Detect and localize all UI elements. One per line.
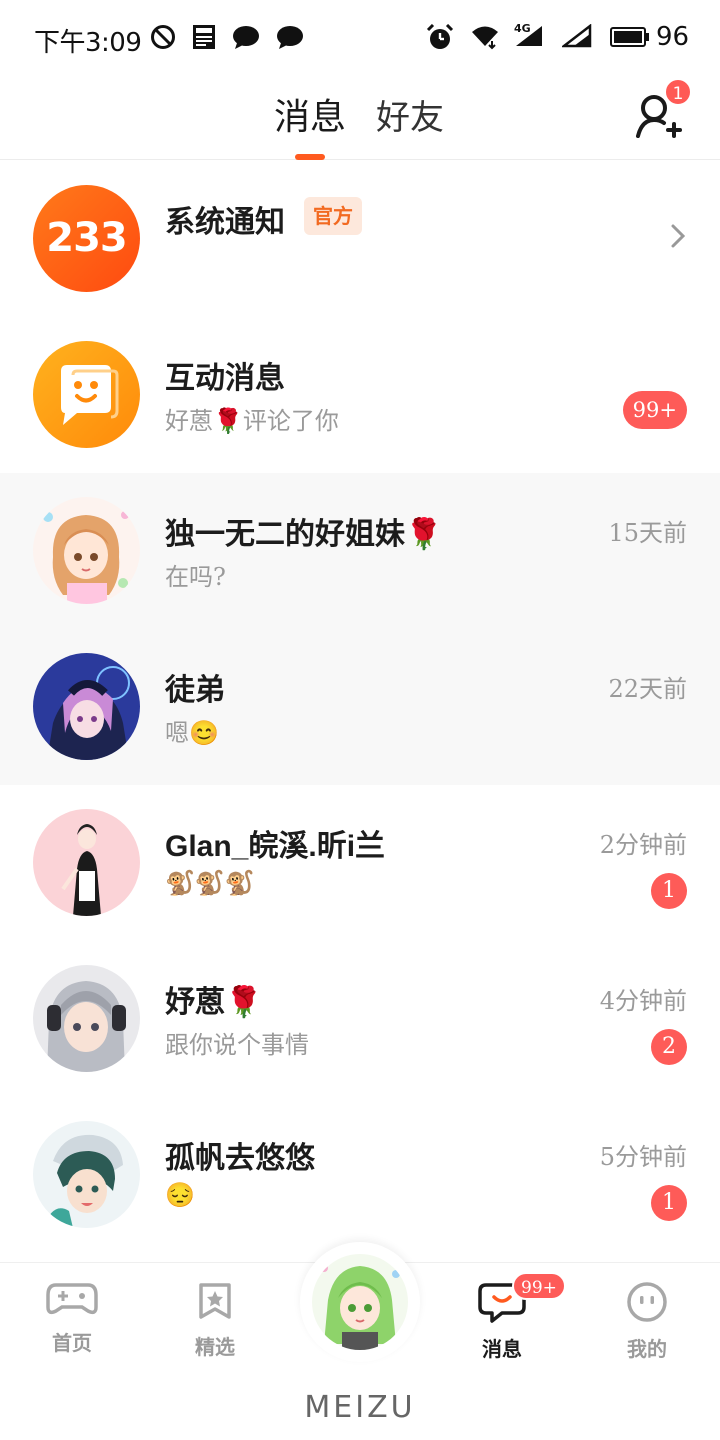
conversation-row[interactable]: 徒弟 嗯😊 22天前 bbox=[0, 629, 720, 785]
contact-name: 独一无二的好姐妹🌹 bbox=[165, 517, 443, 552]
last-message-preview: 😔 bbox=[165, 1181, 195, 1209]
contact-name: Glan_皖溪.昕i兰 bbox=[165, 830, 386, 863]
messages-nav-badge: 99+ bbox=[512, 1272, 566, 1300]
system-logo-avatar: 233 bbox=[33, 185, 140, 292]
unread-count-badge: 2 bbox=[651, 1029, 687, 1065]
signal-icon bbox=[562, 24, 592, 48]
nav-item-me[interactable]: 我的 bbox=[597, 1281, 697, 1362]
anime-girl-avatar-icon bbox=[33, 653, 140, 760]
anime-girl-avatar-icon bbox=[33, 965, 140, 1072]
message-time: 5分钟前 bbox=[599, 1143, 687, 1171]
nav-label-featured: 精选 bbox=[195, 1335, 235, 1359]
center-avatar-button[interactable] bbox=[300, 1242, 420, 1362]
system-notice-title: 系统通知 bbox=[165, 205, 285, 240]
conversation-row[interactable]: 妤蒽🌹 跟你说个事情 4分钟前 2 bbox=[0, 941, 720, 1097]
chevron-right-icon bbox=[671, 224, 686, 248]
gamepad-icon bbox=[46, 1283, 98, 1315]
message-time: 22天前 bbox=[608, 675, 687, 703]
status-bar: 下午3:09 4G 96 bbox=[0, 0, 720, 76]
avatar bbox=[33, 965, 140, 1072]
system-logo-text: 233 bbox=[46, 215, 128, 261]
interaction-title: 互动消息 bbox=[165, 361, 285, 396]
avatar bbox=[33, 653, 140, 760]
news-icon bbox=[193, 25, 215, 49]
signal-icon bbox=[516, 26, 542, 46]
unread-count-badge: 1 bbox=[651, 1185, 687, 1221]
system-notice-row[interactable]: 233 系统通知 官方 bbox=[0, 161, 720, 317]
user-avatar bbox=[312, 1254, 408, 1350]
top-header: 消息 好友 bbox=[0, 76, 720, 160]
conversation-row[interactable]: 独一无二的好姐妹🌹 在吗? 15天前 bbox=[0, 473, 720, 629]
battery-level: 96 bbox=[656, 22, 690, 52]
official-tag: 官方 bbox=[304, 197, 362, 235]
anime-boy-avatar-icon bbox=[33, 1121, 140, 1228]
anime-girl-avatar-icon bbox=[33, 497, 140, 604]
wifi-icon bbox=[472, 26, 498, 50]
avatar bbox=[33, 1121, 140, 1228]
anime-girl-avatar-icon bbox=[33, 809, 140, 916]
status-time: 下午3:09 bbox=[34, 28, 142, 58]
tab-messages[interactable]: 消息 bbox=[274, 88, 346, 140]
star-bookmark-icon bbox=[199, 1283, 231, 1319]
device-brand-logo: MEIZU bbox=[304, 1390, 416, 1425]
nav-item-featured[interactable]: 精选 bbox=[165, 1281, 265, 1360]
anime-girl-avatar-icon bbox=[312, 1254, 408, 1350]
last-message-preview: 🐒🐒🐒 bbox=[165, 869, 255, 897]
chat-icon bbox=[277, 26, 303, 49]
interaction-row[interactable]: 互动消息 好蒽🌹评论了你 99+ bbox=[0, 317, 720, 473]
active-tab-indicator bbox=[295, 154, 325, 160]
nav-label-home: 首页 bbox=[52, 1331, 92, 1355]
message-time: 2分钟前 bbox=[599, 831, 687, 859]
contact-name: 孤帆去悠悠 bbox=[165, 1141, 315, 1176]
message-list: 233 系统通知 官方 互动消息 好蒽🌹评论了你 99+ 独一无二的好姐妹🌹 在… bbox=[0, 161, 720, 1253]
nav-label-messages: 消息 bbox=[482, 1337, 522, 1361]
interaction-preview: 好蒽🌹评论了你 bbox=[165, 407, 339, 435]
do-not-disturb-icon bbox=[151, 25, 175, 49]
last-message-preview: 嗯😊 bbox=[165, 719, 219, 747]
message-time: 15天前 bbox=[608, 519, 687, 547]
last-message-preview: 在吗? bbox=[165, 563, 226, 591]
face-icon bbox=[627, 1282, 667, 1322]
message-time: 4分钟前 bbox=[599, 987, 687, 1015]
unread-count-badge: 1 bbox=[651, 873, 687, 909]
avatar bbox=[33, 497, 140, 604]
conversation-row[interactable]: Glan_皖溪.昕i兰 🐒🐒🐒 2分钟前 1 bbox=[0, 785, 720, 941]
add-friend-badge: 1 bbox=[664, 78, 692, 106]
nav-item-home[interactable]: 首页 bbox=[22, 1281, 122, 1356]
interaction-avatar bbox=[33, 341, 140, 448]
battery-icon bbox=[610, 27, 649, 47]
last-message-preview: 跟你说个事情 bbox=[165, 1031, 309, 1059]
nav-label-me: 我的 bbox=[627, 1337, 667, 1361]
interaction-unread-badge: 99+ bbox=[622, 391, 687, 429]
contact-name: 徒弟 bbox=[165, 673, 225, 708]
avatar bbox=[33, 809, 140, 916]
chat-bubble-face-icon bbox=[61, 365, 119, 425]
tab-friends[interactable]: 好友 bbox=[376, 90, 444, 139]
conversation-row[interactable]: 孤帆去悠悠 😔 5分钟前 1 bbox=[0, 1097, 720, 1253]
chat-icon bbox=[233, 26, 259, 49]
alarm-icon bbox=[426, 24, 454, 49]
contact-name: 妤蒽🌹 bbox=[165, 985, 263, 1020]
